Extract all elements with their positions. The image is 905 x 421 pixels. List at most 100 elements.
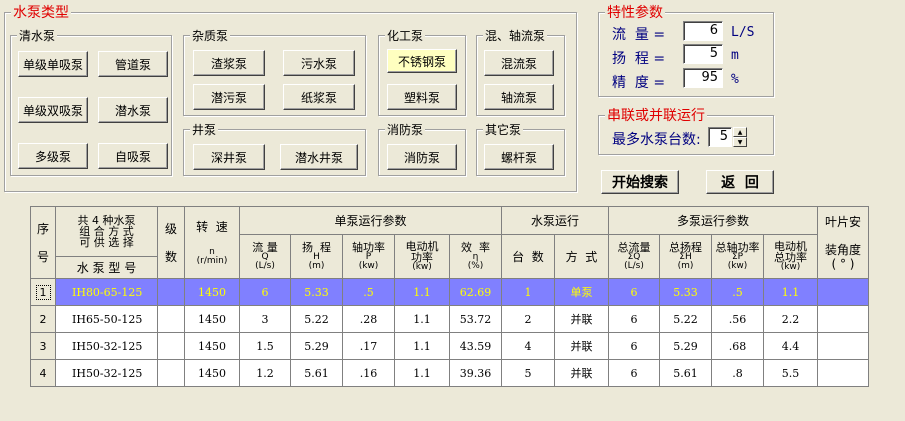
spin-up-button[interactable]: ▲ — [733, 127, 747, 137]
total-shaft-power-cell[interactable]: .8 — [711, 359, 764, 387]
run-mode-cell[interactable]: 单泵 — [554, 278, 609, 306]
total-flow-cell[interactable]: 6 — [608, 305, 660, 333]
total-motor-power-cell[interactable]: 2.2 — [763, 305, 818, 333]
flow-cell[interactable]: 3 — [239, 305, 291, 333]
pump-model-cell[interactable]: IH50-32-125 — [55, 332, 158, 360]
paper-pulp-pump-button[interactable]: 纸浆泵 — [283, 84, 355, 110]
table-row[interactable]: 4 IH50-32-125 1450 1.2 5.61.16 1.1 39.36 5 并联 6 5.… — [30, 359, 869, 387]
start-search-button[interactable]: 开始搜索 — [601, 170, 679, 194]
shaft-power-cell[interactable]: .17 — [342, 332, 395, 360]
stage-count-cell[interactable] — [157, 359, 185, 387]
total-flow-cell[interactable]: 6 — [608, 278, 660, 306]
fire-pump-button[interactable]: 消防泵 — [387, 144, 457, 170]
table-row[interactable]: 2 IH65-50-125 1450 3 5.22.28 1.1 53.72 2 并联 6 5.22… — [30, 305, 869, 333]
efficiency-cell[interactable]: 39.36 — [449, 359, 502, 387]
speed-cell[interactable]: 1450 — [184, 332, 240, 360]
row-number-cell[interactable]: 4 — [30, 359, 56, 387]
blade-angle-cell[interactable] — [817, 305, 869, 333]
head-cell[interactable]: 5.29 — [290, 332, 343, 360]
total-motor-power-cell[interactable]: 4.4 — [763, 332, 818, 360]
single-stage-double-suction-button[interactable]: 单级双吸泵 — [18, 97, 88, 123]
stage-count-cell[interactable] — [157, 278, 185, 306]
efficiency-cell[interactable]: 43.59 — [449, 332, 502, 360]
flow-cell[interactable]: 6 — [239, 278, 291, 306]
pump-types-title: 水泵类型 — [11, 2, 71, 22]
mixed-flow-pump-button[interactable]: 混流泵 — [484, 50, 554, 76]
stage-header: 级 数 — [157, 206, 185, 279]
pump-count-cell[interactable]: 5 — [501, 359, 555, 387]
total-shaft-power-cell[interactable]: .68 — [711, 332, 764, 360]
shaft-power-cell[interactable]: .5 — [342, 278, 395, 306]
pump-model-cell[interactable]: IH65-50-125 — [55, 305, 158, 333]
submersible-sewage-pump-button[interactable]: 潜污泵 — [193, 84, 265, 110]
sewage-pump-button[interactable]: 污水泵 — [283, 50, 355, 76]
motor-power-cell[interactable]: 1.1 — [394, 278, 450, 306]
total-shaft-power-cell[interactable]: .5 — [711, 278, 764, 306]
slurry-pump-button[interactable]: 渣浆泵 — [193, 50, 265, 76]
total-head-cell[interactable]: 5.29 — [659, 332, 712, 360]
total-head-cell[interactable]: 5.33 — [659, 278, 712, 306]
speed-cell[interactable]: 1450 — [184, 278, 240, 306]
stainless-steel-pump-button[interactable]: 不锈钢泵 — [387, 49, 457, 73]
motor-power-cell[interactable]: 1.1 — [394, 359, 450, 387]
head-cell[interactable]: 5.33 — [290, 278, 343, 306]
pump-count-cell[interactable]: 4 — [501, 332, 555, 360]
blade-angle-cell[interactable] — [817, 332, 869, 360]
pump-model-cell[interactable]: IH80-65-125 — [55, 278, 158, 306]
motor-power-cell[interactable]: 1.1 — [394, 305, 450, 333]
head-cell[interactable]: 5.61 — [290, 359, 343, 387]
axial-flow-pump-button[interactable]: 轴流泵 — [484, 84, 554, 110]
total-head-cell[interactable]: 5.61 — [659, 359, 712, 387]
total-flow-cell[interactable]: 6 — [608, 359, 660, 387]
table-row[interactable]: 1 IH80-65-125 1450 6 5.33.5 1.1 62.69 1 单泵 6 5.33.… — [30, 278, 869, 306]
row-number-cell[interactable]: 3 — [30, 332, 56, 360]
stage-count-cell[interactable] — [157, 332, 185, 360]
max-pumps-input[interactable]: 5 — [708, 127, 732, 147]
accuracy-input[interactable]: 95 — [683, 68, 723, 88]
head-input[interactable]: 5 — [683, 44, 723, 64]
multistage-pump-button[interactable]: 多级泵 — [18, 143, 88, 169]
shaft-power-cell[interactable]: .28 — [342, 305, 395, 333]
stage-count-cell[interactable] — [157, 305, 185, 333]
total-motor-power-cell[interactable]: 5.5 — [763, 359, 818, 387]
run-mode-cell[interactable]: 并联 — [554, 332, 609, 360]
efficiency-cell[interactable]: 62.69 — [449, 278, 502, 306]
speed-cell[interactable]: 1450 — [184, 359, 240, 387]
flow-cell[interactable]: 1.2 — [239, 359, 291, 387]
row-number-cell[interactable]: 1 — [30, 278, 56, 306]
run-mode-cell[interactable]: 并联 — [554, 305, 609, 333]
single-stage-single-suction-button[interactable]: 单级单吸泵 — [18, 51, 88, 77]
total-head-cell[interactable]: 5.22 — [659, 305, 712, 333]
self-priming-pump-button[interactable]: 自吸泵 — [98, 143, 168, 169]
pump-model-cell[interactable]: IH50-32-125 — [55, 359, 158, 387]
screw-pump-button[interactable]: 螺杆泵 — [484, 144, 554, 170]
blade-angle-cell[interactable] — [817, 278, 869, 306]
efficiency-col-header: 效 率 η (%) — [449, 234, 502, 279]
flow-input[interactable]: 6 — [683, 21, 723, 41]
efficiency-cell[interactable]: 53.72 — [449, 305, 502, 333]
head-cell[interactable]: 5.22 — [290, 305, 343, 333]
back-button[interactable]: 返 回 — [706, 170, 774, 194]
pipeline-pump-button[interactable]: 管道泵 — [98, 51, 168, 77]
deep-well-pump-button[interactable]: 深井泵 — [193, 144, 265, 170]
pump-count-cell[interactable]: 2 — [501, 305, 555, 333]
table-row[interactable]: 3 IH50-32-125 1450 1.5 5.29.17 1.1 43.59 4 并联 6 5.… — [30, 332, 869, 360]
spin-down-button[interactable]: ▼ — [733, 137, 747, 147]
run-mode-cell[interactable]: 并联 — [554, 359, 609, 387]
total-flow-col-header: 总流量 ΣQ (L/s) — [608, 234, 660, 279]
plastic-pump-button[interactable]: 塑料泵 — [387, 84, 457, 110]
submersible-well-pump-button[interactable]: 潜水井泵 — [280, 144, 358, 170]
stage-header-bottom: 数 — [164, 249, 177, 264]
total-motor-power-cell[interactable]: 1.1 — [763, 278, 818, 306]
row-number-cell[interactable]: 2 — [30, 305, 56, 333]
shaft-power-cell[interactable]: .16 — [342, 359, 395, 387]
flow-cell[interactable]: 1.5 — [239, 332, 291, 360]
total-flow-cell[interactable]: 6 — [608, 332, 660, 360]
pump-count-cell[interactable]: 1 — [501, 278, 555, 306]
accuracy-unit: % — [731, 72, 739, 87]
submersible-pump-button[interactable]: 潜水泵 — [98, 97, 168, 123]
blade-angle-cell[interactable] — [817, 359, 869, 387]
motor-power-cell[interactable]: 1.1 — [394, 332, 450, 360]
speed-cell[interactable]: 1450 — [184, 305, 240, 333]
total-shaft-power-cell[interactable]: .56 — [711, 305, 764, 333]
